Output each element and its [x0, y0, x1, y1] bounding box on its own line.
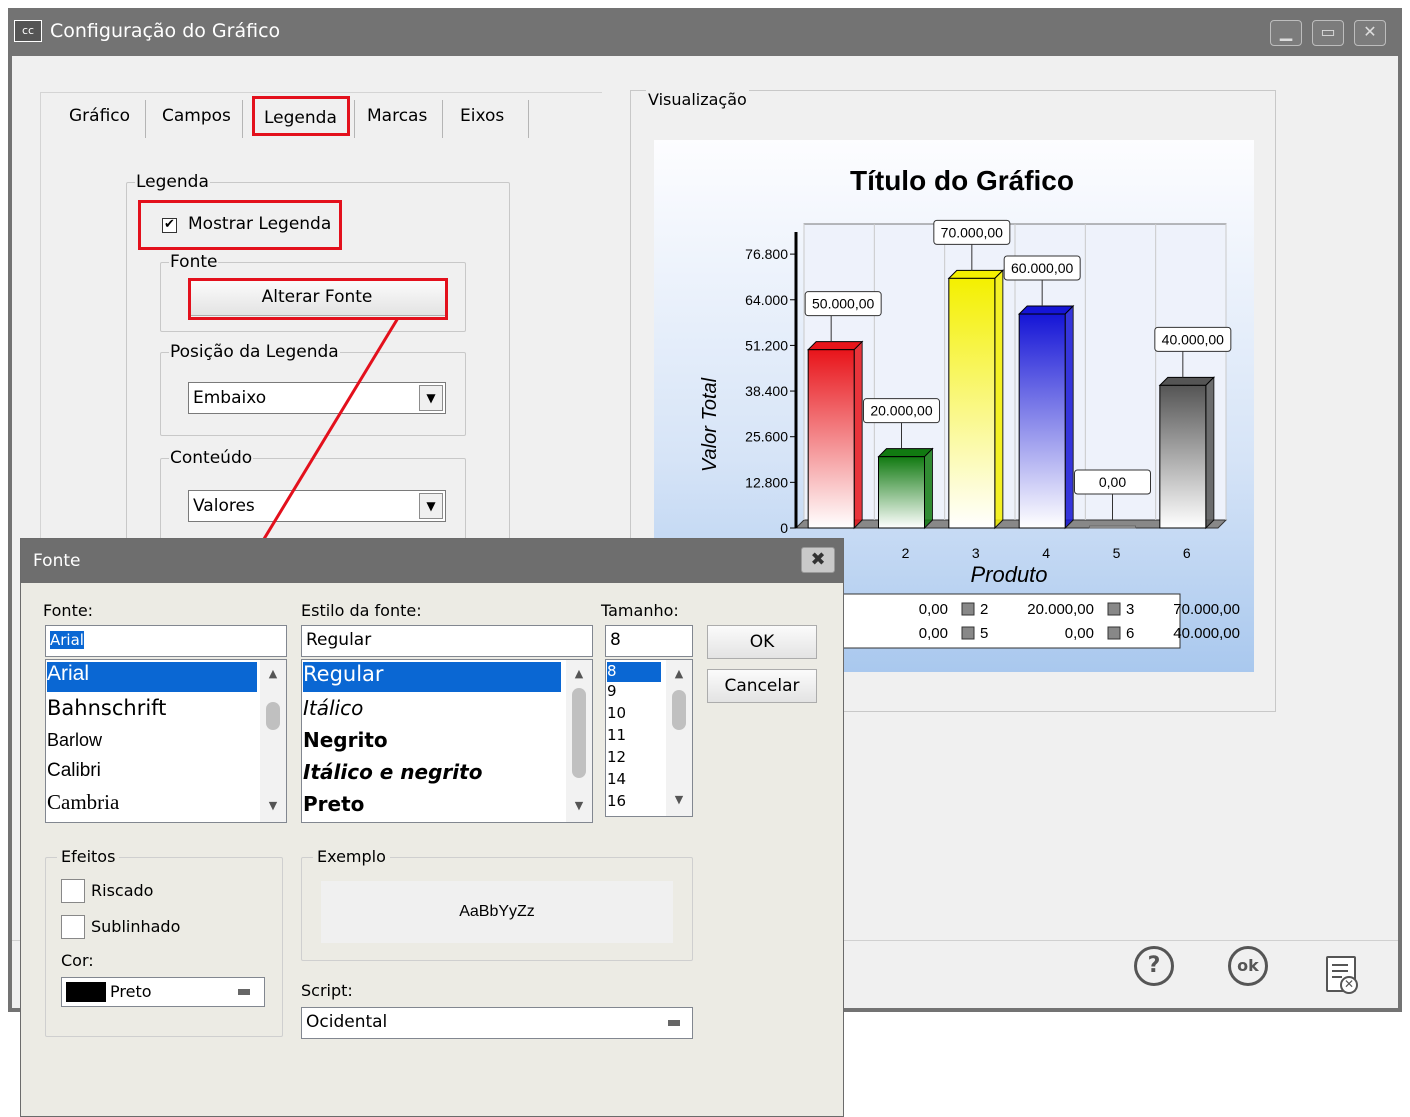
ok-button[interactable]: OK — [707, 625, 817, 659]
font-style-input[interactable]: Regular — [301, 625, 593, 657]
underline-checkbox[interactable] — [61, 915, 85, 939]
color-label: Cor: — [61, 951, 94, 970]
font-size-value: 8 — [610, 630, 621, 650]
list-item[interactable]: Bahnschrift — [47, 696, 166, 720]
list-item[interactable]: Preto — [303, 792, 364, 816]
script-value: Ocidental — [306, 1012, 388, 1032]
color-value: Preto — [110, 982, 152, 1001]
font-name-label: Fonte: — [43, 601, 94, 620]
scroll-down-icon[interactable]: ▼ — [260, 796, 286, 816]
scroll-up-icon[interactable]: ▲ — [260, 664, 286, 684]
color-select[interactable]: Preto — [61, 977, 265, 1007]
sample-group-title: Exemplo — [313, 847, 390, 866]
size-list-scrollbar[interactable]: ▲ ▼ — [666, 660, 692, 816]
font-name-list[interactable]: Arial Bahnschrift Barlow Calibri Cambria… — [45, 659, 287, 823]
list-item[interactable]: Barlow — [47, 730, 102, 751]
list-item[interactable]: Itálico e negrito — [303, 760, 482, 784]
cancel-button[interactable]: Cancelar — [707, 669, 817, 703]
style-list-scrollbar[interactable]: ▲ ▼ — [566, 660, 592, 822]
list-item[interactable]: 9 — [607, 682, 617, 700]
scroll-thumb[interactable] — [572, 688, 586, 778]
list-item[interactable]: 14 — [607, 770, 626, 788]
font-dialog-title-bar: Fonte ✖ — [21, 539, 843, 583]
list-item[interactable]: 11 — [607, 726, 626, 744]
effects-group-title: Efeitos — [57, 847, 120, 866]
font-size-input[interactable]: 8 — [605, 625, 693, 657]
list-item[interactable]: 8 — [607, 662, 661, 682]
list-item[interactable]: Calibri — [47, 760, 101, 782]
font-name-value: Arial — [50, 631, 84, 649]
scroll-up-icon[interactable]: ▲ — [566, 664, 592, 684]
font-list-scrollbar[interactable]: ▲ ▼ — [260, 660, 286, 822]
script-label: Script: — [301, 981, 353, 1000]
list-item[interactable]: Cambria — [47, 790, 119, 815]
font-dialog-close-button[interactable]: ✖ — [801, 547, 835, 573]
script-select[interactable]: Ocidental — [301, 1007, 693, 1039]
list-item[interactable]: Arial — [47, 662, 257, 692]
font-size-list[interactable]: 8 9 10 11 12 14 16 ▲ ▼ — [605, 659, 693, 817]
font-style-label: Estilo da fonte: — [301, 601, 422, 620]
scroll-thumb[interactable] — [266, 702, 280, 730]
strikethrough-checkbox[interactable] — [61, 879, 85, 903]
scroll-down-icon[interactable]: ▼ — [566, 796, 592, 816]
font-style-value: Regular — [306, 630, 372, 650]
scroll-up-icon[interactable]: ▲ — [666, 664, 692, 684]
font-size-label: Tamanho: — [601, 601, 679, 620]
list-item[interactable]: Negrito — [303, 728, 388, 752]
dropdown-arrow-icon[interactable] — [668, 1020, 680, 1026]
scroll-thumb[interactable] — [672, 690, 686, 730]
font-dialog: Fonte ✖ Fonte: Arial Arial Bahnschrift B… — [20, 538, 844, 1117]
scroll-down-icon[interactable]: ▼ — [666, 790, 692, 810]
list-item[interactable]: 12 — [607, 748, 626, 766]
underline-label: Sublinhado — [91, 917, 181, 936]
list-item[interactable]: 16 — [607, 792, 626, 810]
list-item[interactable]: Regular — [303, 662, 561, 692]
font-style-list[interactable]: Regular Itálico Negrito Itálico e negrit… — [301, 659, 593, 823]
list-item[interactable]: 10 — [607, 704, 626, 722]
color-swatch — [66, 982, 106, 1002]
font-dialog-title: Fonte — [33, 551, 81, 571]
dropdown-arrow-icon[interactable] — [238, 989, 250, 995]
font-sample-preview: AaBbYyZz — [321, 881, 673, 943]
font-name-input[interactable]: Arial — [45, 625, 287, 657]
list-item[interactable]: Itálico — [303, 696, 363, 720]
strikethrough-label: Riscado — [91, 881, 154, 900]
